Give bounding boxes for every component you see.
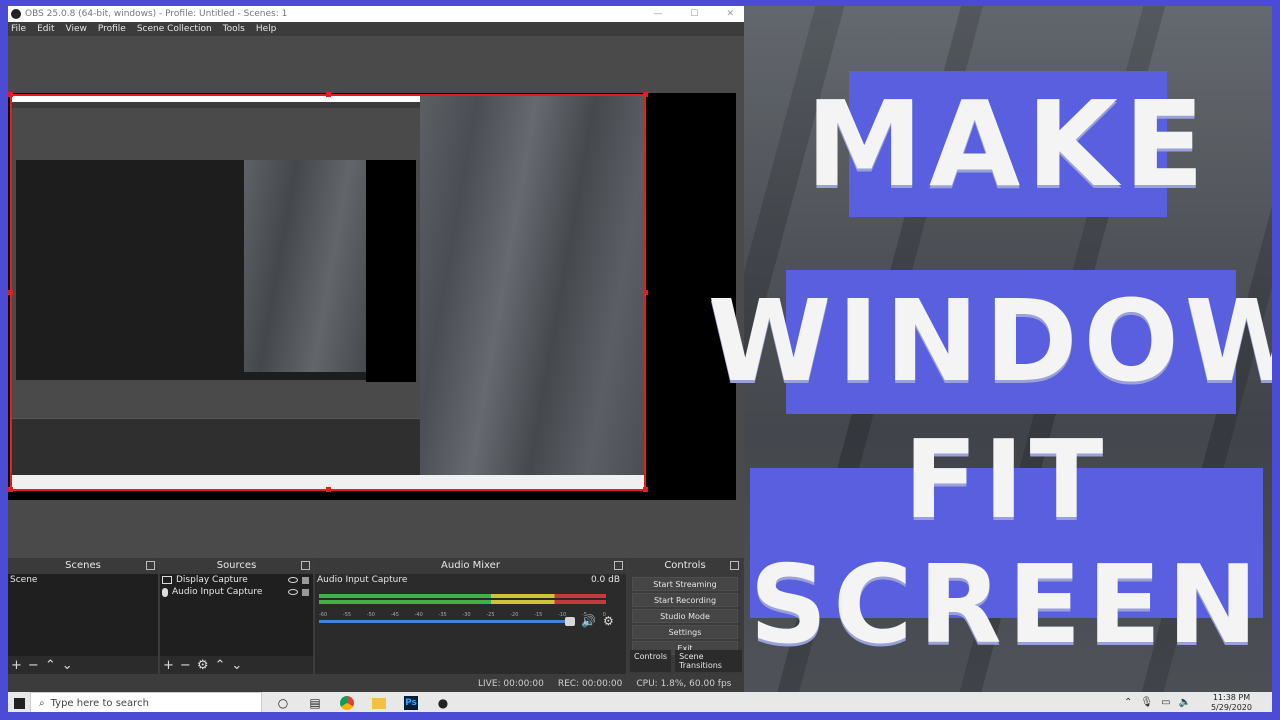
move-up-icon[interactable]: ⌃	[214, 658, 225, 673]
mixer-title: Audio Mixer	[441, 560, 500, 571]
maximize-button[interactable]: ☐	[690, 9, 698, 19]
scenes-popout-icon[interactable]	[146, 561, 155, 570]
speaker-icon[interactable]: 🔊	[581, 614, 596, 628]
live-status: LIVE: 00:00:00	[478, 679, 544, 689]
scenes-dock: Scenes Scene + − ⌃ ⌄	[8, 558, 160, 674]
close-button[interactable]: ✕	[726, 9, 734, 19]
mixer-gear-icon[interactable]: ⚙	[603, 614, 614, 628]
photoshop-icon[interactable]: Ps	[400, 692, 422, 714]
menu-edit[interactable]: Edit	[37, 24, 54, 34]
meter-scale: -60 -55 -50 -45 -40 -35 -30 -25 -20 -15 -10 -5 0	[319, 612, 606, 618]
menu-profile[interactable]: Profile	[98, 24, 126, 34]
start-button[interactable]	[8, 692, 30, 714]
controls-dock: Controls Start Streaming Start Recording…	[628, 558, 744, 674]
scene-item[interactable]: Scene	[8, 574, 158, 586]
cortana-icon[interactable]: ○	[272, 692, 294, 714]
audio-meter-right	[319, 600, 606, 604]
monitor-icon	[162, 576, 172, 584]
dock-area: Scenes Scene + − ⌃ ⌄ Sources Display Cap…	[8, 558, 744, 674]
volume-slider-handle[interactable]	[565, 617, 575, 626]
visibility-eye-icon[interactable]	[288, 589, 298, 595]
search-icon: ⌕	[39, 697, 45, 709]
source-selection-outline[interactable]	[10, 94, 646, 491]
remove-scene-icon[interactable]: −	[28, 658, 39, 673]
add-source-icon[interactable]: +	[163, 658, 174, 673]
visibility-eye-icon[interactable]	[288, 577, 298, 583]
obs-titlebar: OBS 25.0.8 (64-bit, windows) - Profile: …	[8, 6, 744, 22]
resize-handle-bm[interactable]	[326, 487, 331, 492]
lock-icon[interactable]	[302, 576, 309, 584]
status-bar: LIVE: 00:00:00 REC: 00:00:00 CPU: 1.8%, …	[8, 676, 744, 692]
audio-meter-left	[319, 594, 606, 598]
title-banner-fit-screen: FIT SCREEN	[749, 418, 1264, 668]
volume-slider-track[interactable]	[319, 620, 567, 623]
rec-status: REC: 00:00:00	[557, 679, 623, 689]
source-item-display-capture[interactable]: Display Capture	[160, 574, 313, 586]
menu-view[interactable]: View	[66, 24, 87, 34]
studio-mode-button[interactable]: Studio Mode	[632, 609, 738, 623]
mixer-popout-icon[interactable]	[614, 561, 623, 570]
resize-handle-ml[interactable]	[8, 290, 13, 295]
taskbar-clock[interactable]: ⌃ 🎙 ▭ 🔈 11:38 PM 5/29/2020	[1124, 693, 1272, 713]
tab-controls[interactable]: Controls	[630, 650, 672, 672]
move-down-icon[interactable]: ⌄	[231, 658, 242, 673]
obs-window: OBS 25.0.8 (64-bit, windows) - Profile: …	[8, 6, 744, 692]
remove-source-icon[interactable]: −	[180, 658, 191, 673]
controls-popout-icon[interactable]	[730, 561, 739, 570]
window-title: OBS 25.0.8 (64-bit, windows) - Profile: …	[25, 9, 288, 19]
preview-canvas[interactable]	[8, 36, 744, 566]
sources-dock: Sources Display Capture Audio Input Capt…	[160, 558, 315, 674]
title-banner-window: WINDOW	[708, 270, 1280, 414]
tray-chevron-icon[interactable]: ⌃	[1124, 698, 1132, 708]
menu-tools[interactable]: Tools	[223, 24, 245, 34]
menu-file[interactable]: File	[11, 24, 26, 34]
tab-scene-transitions[interactable]: Scene Transitions	[675, 650, 742, 672]
clock-date: 5/29/2020	[1210, 703, 1252, 712]
scenes-title: Scenes	[65, 560, 101, 571]
obs-logo-icon	[11, 9, 21, 19]
audio-mixer-dock: Audio Mixer Audio Input Capture 0.0 dB -…	[315, 558, 628, 674]
tray-volume-icon[interactable]: 🔈	[1179, 698, 1191, 708]
sources-title: Sources	[216, 560, 257, 571]
file-explorer-icon[interactable]	[368, 692, 390, 714]
source-item-audio-input[interactable]: Audio Input Capture	[160, 586, 313, 598]
start-recording-button[interactable]: Start Recording	[632, 593, 738, 607]
windows-logo-icon	[13, 697, 25, 709]
resize-handle-tr[interactable]	[643, 92, 648, 97]
minimize-button[interactable]: —	[653, 9, 662, 19]
menu-help[interactable]: Help	[256, 24, 277, 34]
source-settings-gear-icon[interactable]: ⚙	[197, 658, 209, 673]
resize-handle-bl[interactable]	[8, 487, 13, 492]
resize-handle-tm[interactable]	[326, 92, 331, 97]
menu-bar: File Edit View Profile Scene Collection …	[8, 22, 744, 36]
microphone-icon	[162, 587, 168, 597]
add-scene-icon[interactable]: +	[11, 658, 22, 673]
chrome-icon[interactable]	[336, 692, 358, 714]
resize-handle-mr[interactable]	[643, 290, 648, 295]
resize-handle-tl[interactable]	[8, 92, 13, 97]
settings-button[interactable]: Settings	[632, 625, 738, 639]
mixer-channel-name: Audio Input Capture	[317, 575, 408, 585]
tray-mic-icon[interactable]: 🎙	[1140, 698, 1153, 708]
resize-handle-br[interactable]	[643, 487, 648, 492]
taskbar-search-input[interactable]: ⌕ Type here to search	[30, 692, 262, 714]
cpu-status: CPU: 1.8%, 60.00 fps	[636, 679, 732, 689]
obs-icon[interactable]: ●	[432, 692, 454, 714]
start-streaming-button[interactable]: Start Streaming	[632, 577, 738, 591]
tray-network-icon[interactable]: ▭	[1161, 698, 1170, 708]
task-view-icon[interactable]: ▤	[304, 692, 326, 714]
lock-icon[interactable]	[302, 588, 309, 596]
clock-time: 11:38 PM	[1212, 693, 1251, 702]
sources-popout-icon[interactable]	[301, 561, 310, 570]
move-up-icon[interactable]: ⌃	[45, 658, 56, 673]
move-down-icon[interactable]: ⌄	[62, 658, 73, 673]
controls-title: Controls	[664, 560, 706, 571]
title-banner-make: MAKE	[806, 71, 1204, 217]
windows-taskbar: ⌕ Type here to search ○ ▤ Ps ● ⌃ 🎙 ▭ 🔈 1…	[8, 692, 1272, 714]
mixer-db-value: 0.0 dB	[590, 575, 620, 585]
menu-scene-collection[interactable]: Scene Collection	[137, 24, 212, 34]
